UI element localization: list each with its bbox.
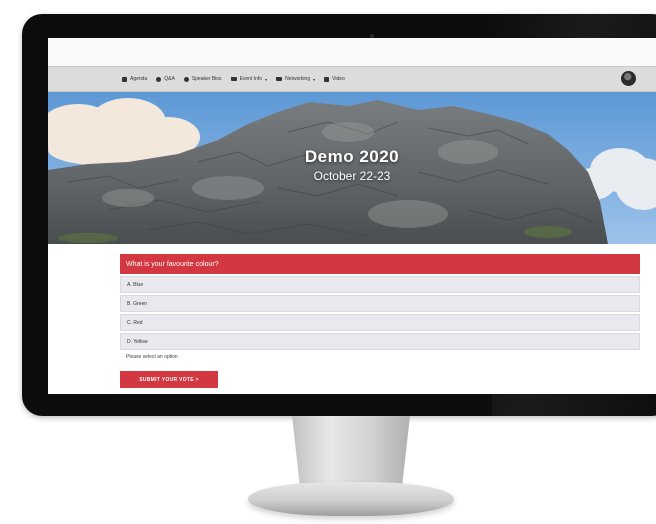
user-avatar-icon[interactable] bbox=[621, 71, 636, 86]
monitor-stand-neck bbox=[292, 416, 410, 488]
chevron-down-icon: ▾ bbox=[313, 76, 316, 82]
video-icon bbox=[324, 76, 330, 82]
nav-item-label: Q&A bbox=[164, 76, 175, 82]
monitor-stand-base bbox=[248, 482, 454, 516]
hero-banner: Demo 2020 October 22-23 bbox=[48, 92, 656, 244]
nav-item-label: Event Info bbox=[239, 76, 263, 82]
nav-items: Agenda Q&A Speaker Bios Event Info ▾ Net… bbox=[122, 67, 345, 91]
nav-item-label: Agenda bbox=[130, 76, 148, 82]
hero-subtitle: October 22-23 bbox=[313, 169, 391, 183]
hero-title: Demo 2020 bbox=[304, 147, 400, 166]
nav-item-speaker-bios[interactable]: Speaker Bios bbox=[183, 76, 222, 82]
chat-icon bbox=[156, 76, 162, 82]
people-icon bbox=[183, 76, 189, 82]
nav-item-qa[interactable]: Q&A bbox=[156, 76, 175, 82]
nav-item-video[interactable]: Video bbox=[324, 76, 345, 82]
chevron-down-icon: ▾ bbox=[265, 76, 268, 82]
hero-text: Demo 2020 October 22-23 bbox=[48, 147, 656, 183]
poll-option-blue[interactable]: A. Blue bbox=[120, 276, 640, 293]
nav-item-event-info[interactable]: Event Info ▾ bbox=[230, 76, 268, 82]
browser-top-strip bbox=[48, 38, 656, 66]
nav-item-label: Video bbox=[332, 76, 345, 82]
nav-item-networking[interactable]: Networking ▾ bbox=[276, 76, 315, 82]
poll-question: What is your favourite colour? bbox=[120, 254, 640, 274]
calendar-icon bbox=[122, 76, 127, 82]
navbar: Agenda Q&A Speaker Bios Event Info ▾ Net… bbox=[48, 66, 656, 92]
poll-helper-text: Please select an option bbox=[126, 354, 178, 360]
poll-option-green[interactable]: B. Green bbox=[120, 295, 640, 312]
folder-icon bbox=[276, 77, 283, 81]
poll-option-yellow[interactable]: D. Yellow bbox=[120, 333, 640, 350]
submit-vote-button[interactable]: SUBMIT YOUR VOTE > bbox=[120, 371, 218, 388]
screen: Agenda Q&A Speaker Bios Event Info ▾ Net… bbox=[48, 38, 656, 394]
folder-icon bbox=[230, 77, 237, 81]
nav-item-agenda[interactable]: Agenda bbox=[122, 76, 147, 82]
nav-item-label: Speaker Bios bbox=[191, 76, 222, 82]
nav-item-label: Networking bbox=[285, 76, 311, 82]
poll-options: A. Blue B. Green C. Red D. Yellow bbox=[120, 276, 640, 352]
poll-option-red[interactable]: C. Red bbox=[120, 314, 640, 331]
